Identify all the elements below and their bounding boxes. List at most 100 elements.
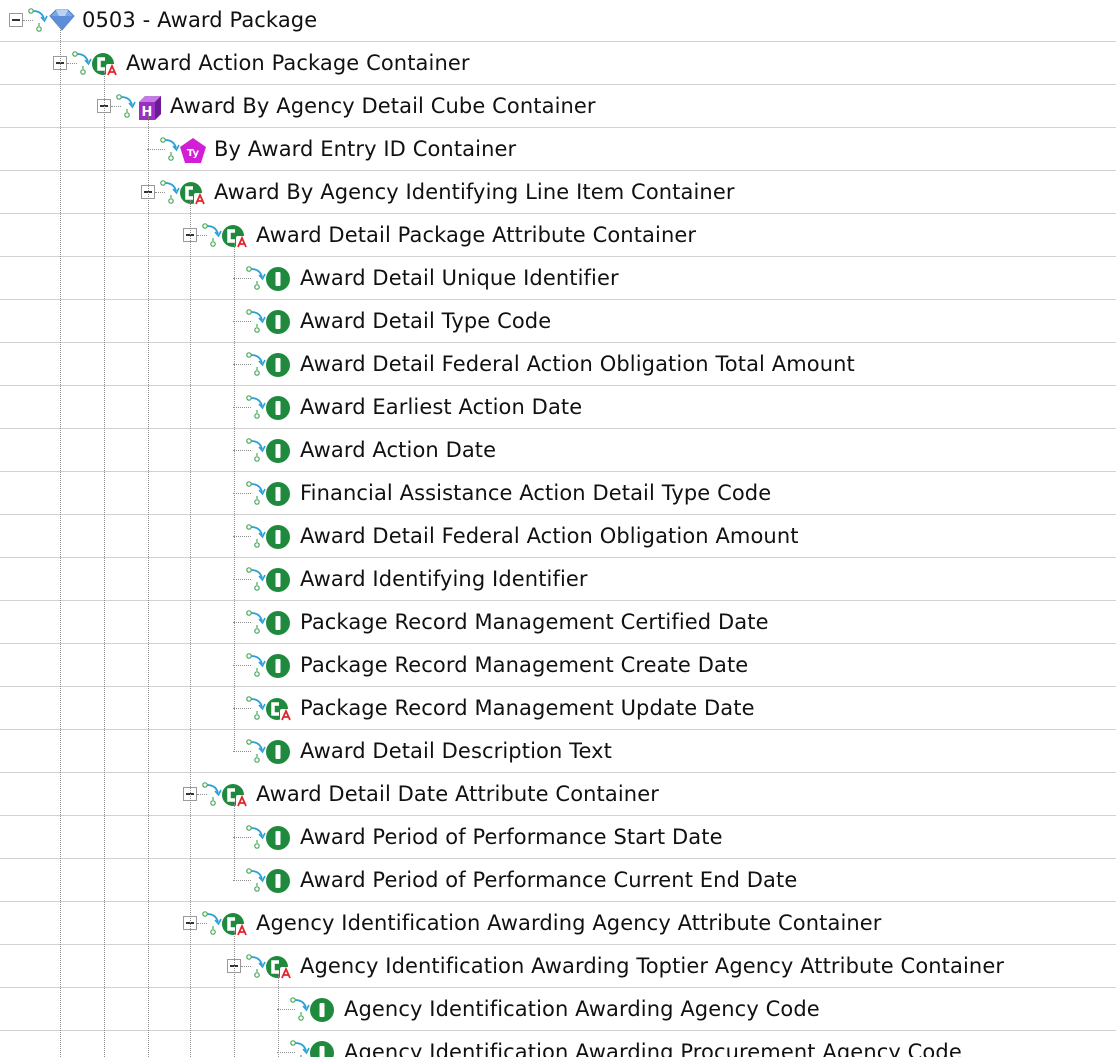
tree-row[interactable]: Award Earliest Action Date bbox=[0, 386, 1116, 429]
tree-row[interactable]: Package Record Management Certified Date bbox=[0, 601, 1116, 644]
info-element-icon bbox=[265, 868, 291, 894]
collapse-toggle[interactable] bbox=[9, 13, 23, 27]
tree-row[interactable]: Award Detail Package Attribute Container bbox=[0, 214, 1116, 257]
tree-row[interactable]: Package Record Management Create Date bbox=[0, 644, 1116, 687]
relationship-link-icon bbox=[202, 222, 222, 248]
tree-row[interactable]: Agency Identification Awarding Procureme… bbox=[0, 1031, 1116, 1057]
tree-node-label[interactable]: Award Detail Date Attribute Container bbox=[256, 773, 659, 816]
tree-row[interactable]: Ty By Award Entry ID Container bbox=[0, 128, 1116, 171]
tree-connector-vertical bbox=[104, 71, 105, 1057]
relationship-link-icon bbox=[246, 695, 266, 721]
tree-node-label[interactable]: Award Period of Performance Current End … bbox=[300, 859, 797, 902]
tree-connector-vertical bbox=[234, 243, 235, 752]
relationship-link-icon bbox=[246, 265, 266, 291]
relationship-link-icon bbox=[202, 781, 222, 807]
info-element-icon bbox=[265, 610, 291, 636]
abstract-class-icon bbox=[179, 180, 206, 206]
tree-node-label[interactable]: By Award Entry ID Container bbox=[214, 128, 516, 171]
info-element-icon bbox=[309, 1040, 335, 1057]
relationship-link-icon bbox=[246, 351, 266, 377]
tree-row[interactable]: Award Identifying Identifier bbox=[0, 558, 1116, 601]
tree-connector-vertical bbox=[60, 28, 61, 1057]
tree-node-label[interactable]: Award Action Date bbox=[300, 429, 496, 472]
tree-node-label[interactable]: Agency Identification Awarding Procureme… bbox=[344, 1031, 962, 1057]
relationship-link-icon bbox=[246, 566, 266, 592]
tree-node-label[interactable]: Award Action Package Container bbox=[126, 42, 470, 85]
tree-row[interactable]: Award Period of Performance Start Date bbox=[0, 816, 1116, 859]
tree-node-label[interactable]: Award Period of Performance Start Date bbox=[300, 816, 723, 859]
relationship-link-icon bbox=[246, 953, 266, 979]
tree-node-label[interactable]: Award Detail Federal Action Obligation T… bbox=[300, 343, 855, 386]
tree-row[interactable]: Agency Identification Awarding Toptier A… bbox=[0, 945, 1116, 988]
tree-row[interactable]: Award Detail Federal Action Obligation A… bbox=[0, 515, 1116, 558]
relationship-link-icon bbox=[290, 996, 310, 1022]
tree-row[interactable]: Award Detail Federal Action Obligation T… bbox=[0, 343, 1116, 386]
tree-node-label[interactable]: Award Detail Unique Identifier bbox=[300, 257, 619, 300]
tree-connector-vertical bbox=[148, 114, 149, 1057]
relationship-link-icon bbox=[28, 7, 48, 33]
tree-node-label[interactable]: Package Record Management Update Date bbox=[300, 687, 755, 730]
info-element-icon bbox=[265, 567, 291, 593]
svg-text:Ty: Ty bbox=[187, 148, 200, 159]
tree-node-label[interactable]: Financial Assistance Action Detail Type … bbox=[300, 472, 771, 515]
info-element-icon bbox=[265, 524, 291, 550]
info-element-icon bbox=[265, 438, 291, 464]
info-element-icon bbox=[265, 653, 291, 679]
relationship-link-icon bbox=[160, 136, 180, 162]
info-element-icon bbox=[265, 481, 291, 507]
relationship-link-icon bbox=[290, 1039, 310, 1057]
tree-node-label[interactable]: Agency Identification Awarding Agency At… bbox=[256, 902, 882, 945]
info-element-icon bbox=[265, 739, 291, 765]
tree-node-label[interactable]: Package Record Management Create Date bbox=[300, 644, 748, 687]
tree-node-label[interactable]: Package Record Management Certified Date bbox=[300, 601, 769, 644]
tree-row[interactable]: Agency Identification Awarding Agency At… bbox=[0, 902, 1116, 945]
tree-node-label[interactable]: Award Detail Package Attribute Container bbox=[256, 214, 696, 257]
info-element-icon bbox=[265, 825, 291, 851]
info-element-icon bbox=[265, 309, 291, 335]
tree-node-label[interactable]: Agency Identification Awarding Toptier A… bbox=[300, 945, 1004, 988]
tree-node-label[interactable]: Award Identifying Identifier bbox=[300, 558, 588, 601]
relationship-link-icon bbox=[246, 867, 266, 893]
tree-row[interactable]: Package Record Management Update Date bbox=[0, 687, 1116, 730]
tree-row[interactable]: H Award By Agency Detail Cube Container bbox=[0, 85, 1116, 128]
tree-row[interactable]: Award By Agency Identifying Line Item Co… bbox=[0, 171, 1116, 214]
abstract-class-icon bbox=[265, 696, 292, 722]
tree-row[interactable]: Agency Identification Awarding Agency Co… bbox=[0, 988, 1116, 1031]
relationship-link-icon bbox=[202, 910, 222, 936]
tree-row[interactable]: Award Period of Performance Current End … bbox=[0, 859, 1116, 902]
tree-node-label[interactable]: Agency Identification Awarding Agency Co… bbox=[344, 988, 820, 1031]
tree-node-label[interactable]: Award Earliest Action Date bbox=[300, 386, 582, 429]
relationship-link-icon bbox=[246, 523, 266, 549]
relationship-link-icon bbox=[246, 609, 266, 635]
tree-connector-vertical bbox=[190, 200, 191, 1057]
info-element-icon bbox=[265, 352, 291, 378]
info-element-icon bbox=[265, 266, 291, 292]
tree-row[interactable]: Award Detail Unique Identifier bbox=[0, 257, 1116, 300]
tree-row[interactable]: Award Detail Description Text bbox=[0, 730, 1116, 773]
tree-row[interactable]: Financial Assistance Action Detail Type … bbox=[0, 472, 1116, 515]
tree-node-label[interactable]: 0503 - Award Package bbox=[82, 0, 317, 42]
tree-node-label[interactable]: Award Detail Description Text bbox=[300, 730, 612, 773]
tree-row[interactable]: Award Action Package Container bbox=[0, 42, 1116, 85]
type-pentagon-icon: Ty bbox=[179, 137, 206, 163]
tree-node-label[interactable]: Award By Agency Identifying Line Item Co… bbox=[214, 171, 735, 214]
tree-row[interactable]: Award Action Date bbox=[0, 429, 1116, 472]
tree-connector-vertical bbox=[234, 802, 235, 881]
relationship-link-icon bbox=[246, 394, 266, 420]
tree-view[interactable]: 0503 - Award Package Award Action Packag… bbox=[0, 0, 1116, 1057]
info-element-icon bbox=[265, 395, 291, 421]
relationship-link-icon bbox=[246, 738, 266, 764]
tree-row[interactable]: Award Detail Type Code bbox=[0, 300, 1116, 343]
tree-connector-vertical bbox=[278, 974, 279, 1057]
relationship-link-icon bbox=[246, 437, 266, 463]
tree-node-label[interactable]: Award Detail Federal Action Obligation A… bbox=[300, 515, 799, 558]
relationship-link-icon bbox=[246, 824, 266, 850]
relationship-link-icon bbox=[160, 179, 180, 205]
tree-node-label[interactable]: Award By Agency Detail Cube Container bbox=[170, 85, 596, 128]
relationship-link-icon bbox=[246, 480, 266, 506]
svg-text:H: H bbox=[142, 105, 153, 120]
tree-row[interactable]: 0503 - Award Package bbox=[0, 0, 1116, 42]
tree-row[interactable]: Award Detail Date Attribute Container bbox=[0, 773, 1116, 816]
relationship-link-icon bbox=[246, 308, 266, 334]
tree-node-label[interactable]: Award Detail Type Code bbox=[300, 300, 551, 343]
